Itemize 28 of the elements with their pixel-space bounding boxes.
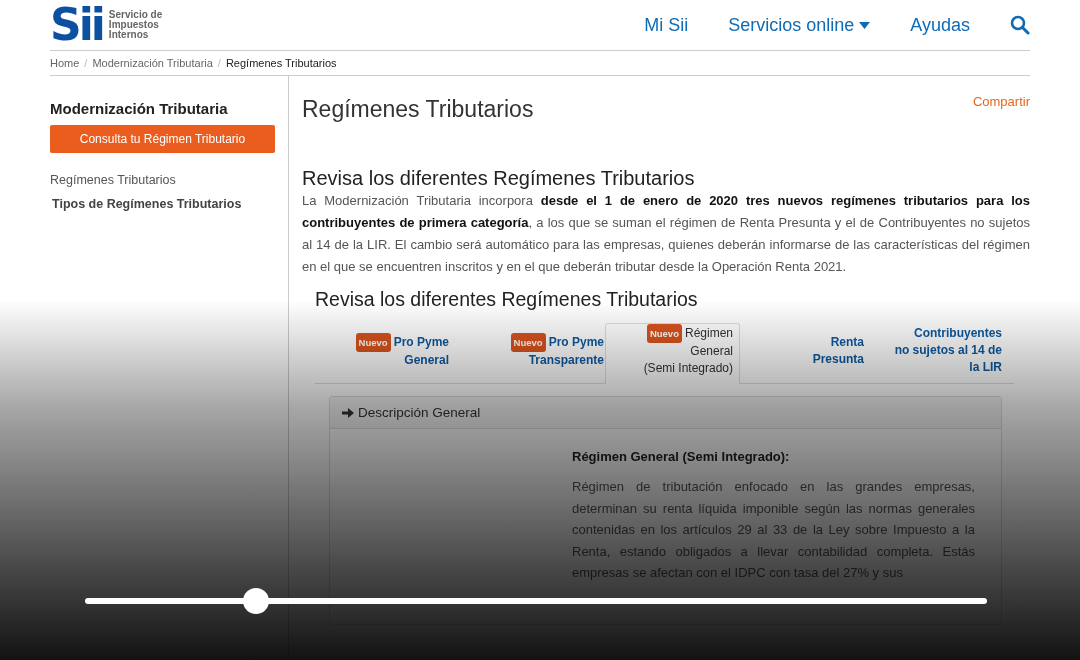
logo-mark[interactable]: Sii	[50, 3, 103, 47]
sidebar-link[interactable]: Regímenes Tributarios	[50, 173, 288, 187]
regime-tab[interactable]: Contribuyentes no sujetos al 14 de la LIR	[865, 323, 1003, 384]
regime-tab[interactable]: Nuevo Régimen General (Semi Integrado)	[605, 323, 740, 384]
nav-link[interactable]: Mi Sii	[644, 14, 689, 36]
intro-paragraph: La Modernización Tributaria incorpora desde el 1 de enero de 2020 tres nuevos regímenes tributarios para los contribuyentes de primera categoría, a los que se suman el régimen de Renta Presunta y el de Contribuyentes no sujetos al 14 de la LIR. El cambio será automático para las empresas, quienes deberán informarse de las características del régimen en el que se encuentren inscritos y en el que deberán tributar desde la Operación Renta 2021.	[302, 192, 1030, 276]
regime-tab[interactable]: Renta Presunta	[740, 323, 865, 384]
page-title: Regímenes Tributarios	[302, 96, 534, 123]
nav-link[interactable]: Ayudas	[910, 14, 970, 36]
breadcrumb-separator: /	[217, 57, 221, 69]
nav-link[interactable]: Servicios online	[728, 14, 871, 36]
search-icon[interactable]	[1010, 15, 1030, 35]
regime-tab[interactable]: Nuevo Pro Pyme Transparente	[450, 323, 605, 384]
share-link[interactable]: Compartir	[972, 94, 1030, 123]
breadcrumb-item[interactable]: Modernización Tributaria	[92, 57, 213, 69]
section-title: Revisa los diferentes Regímenes Tributarios	[302, 167, 696, 190]
arrow-icon	[342, 407, 354, 418]
sidebar-link[interactable]: Tipos de Regímenes Tributarios	[52, 197, 288, 211]
tabs-title: Revisa los diferentes Regímenes Tributarios	[315, 288, 699, 311]
régimen-button[interactable]: Consulta tu Régimen Tributario	[50, 125, 275, 153]
breadcrumb-item[interactable]: Home	[50, 57, 80, 69]
regime-heading: Régimen General (Semi Integrado):	[572, 449, 791, 464]
breadcrumb-item: Regímenes Tributarios	[225, 57, 337, 69]
sidebar-title: Modernización Tributaria	[50, 100, 229, 117]
accordion-header[interactable]: Descripción General	[330, 397, 1001, 429]
breadcrumb-separator: /	[84, 57, 88, 69]
logo-text: Servicio de Impuestos Internos	[108, 10, 163, 40]
regime-tab[interactable]: Nuevo Pro Pyme General	[315, 323, 450, 384]
